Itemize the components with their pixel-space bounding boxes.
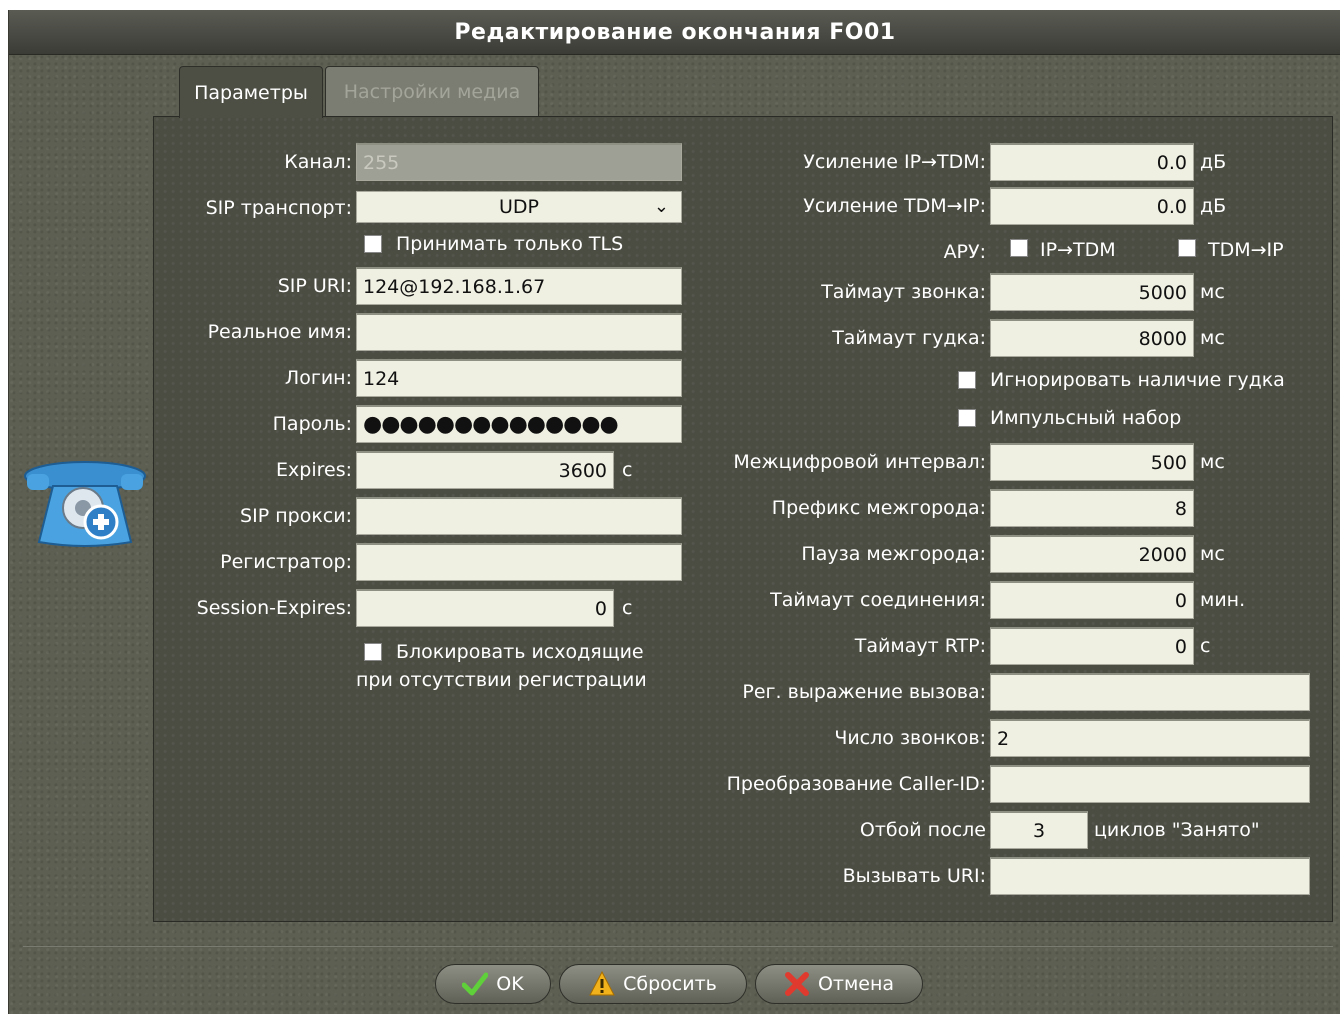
interdigit-field[interactable]: 500 <box>990 443 1194 481</box>
block-outgoing-checkbox[interactable] <box>364 643 382 661</box>
reset-button[interactable]: Сбросить <box>559 964 747 1004</box>
tab-media-settings[interactable]: Настройки медиа <box>325 66 539 116</box>
ignore-tone-checkbox[interactable] <box>958 371 976 389</box>
channel-field: 255 <box>356 143 682 181</box>
agc-tdm-ip-checkbox[interactable] <box>1178 239 1196 257</box>
ignore-tone-label: Игнорировать наличие гудка <box>990 369 1285 391</box>
sip-transport-value: UDP <box>499 196 539 218</box>
rtp-timeout-unit: с <box>1200 635 1211 657</box>
callerid-transform-label: Преобразование Caller-ID: <box>726 773 986 795</box>
hangup-after-unit: циклов "Занято" <box>1094 819 1260 841</box>
registrar-field[interactable] <box>356 543 682 581</box>
call-uri-label: Вызывать URI: <box>842 865 986 887</box>
ld-pause-field[interactable]: 2000 <box>990 535 1194 573</box>
hangup-after-label: Отбой после <box>859 819 986 841</box>
footer-divider <box>23 946 1333 947</box>
expires-label: Expires: <box>276 459 352 481</box>
interdigit-label: Межцифровой интервал: <box>733 451 986 473</box>
x-icon <box>784 972 809 996</box>
ld-pause-label: Пауза межгорода: <box>801 543 986 565</box>
sip-uri-label: SIP URI: <box>277 275 352 297</box>
call-uri-field[interactable] <box>990 857 1310 895</box>
gain-tdm-ip-unit: дБ <box>1200 195 1227 217</box>
interdigit-unit: мс <box>1200 451 1225 473</box>
agc-ip-tdm-checkbox[interactable] <box>1010 239 1028 257</box>
real-name-label: Реальное имя: <box>207 321 352 343</box>
edit-endpoint-dialog: Редактирование окончания FO01 Параметры … <box>8 10 1340 1014</box>
expires-unit: с <box>622 459 633 481</box>
registrar-label: Регистратор: <box>220 551 352 573</box>
cancel-label: Отмена <box>817 973 895 995</box>
conn-timeout-unit: мин. <box>1200 589 1246 611</box>
cancel-button[interactable]: Отмена <box>755 964 923 1004</box>
call-regex-label: Рег. выражение вызова: <box>742 681 986 703</box>
ring-timeout-field[interactable]: 5000 <box>990 273 1194 311</box>
agc-tdm-ip-label: TDM→IP <box>1208 239 1284 261</box>
gain-tdm-ip-field[interactable]: 0.0 <box>990 187 1194 225</box>
sip-transport-label: SIP транспорт: <box>205 197 352 219</box>
call-regex-field[interactable] <box>990 673 1310 711</box>
session-expires-label: Session-Expires: <box>196 597 352 619</box>
sip-uri-field[interactable]: 124@192.168.1.67 <box>356 267 682 305</box>
tab-parameters[interactable]: Параметры <box>179 66 323 118</box>
login-label: Логин: <box>284 367 352 389</box>
tone-timeout-unit: мс <box>1200 327 1225 349</box>
pulse-dial-checkbox[interactable] <box>958 409 976 427</box>
channel-label: Канал: <box>284 151 352 173</box>
rtp-timeout-field[interactable]: 0 <box>990 627 1194 665</box>
sip-proxy-label: SIP прокси: <box>240 505 352 527</box>
callerid-transform-field[interactable] <box>990 765 1310 803</box>
tone-timeout-label: Таймаут гудка: <box>832 327 986 349</box>
block-outgoing-label-line2: при отсутствии регистрации <box>356 669 647 691</box>
dialog-title: Редактирование окончания FO01 <box>9 10 1340 55</box>
parameters-panel: Канал: 255 SIP транспорт: UDP ⌄ Принимат… <box>153 116 1333 922</box>
ok-button[interactable]: OK <box>435 964 551 1004</box>
session-expires-unit: с <box>622 597 633 619</box>
sip-proxy-field[interactable] <box>356 497 682 535</box>
ld-prefix-label: Префикс межгорода: <box>771 497 986 519</box>
ring-count-field[interactable]: 2 <box>990 719 1310 757</box>
warning-icon <box>589 971 615 996</box>
expires-field[interactable]: 3600 <box>356 451 614 489</box>
agc-ip-tdm-label: IP→TDM <box>1040 239 1116 261</box>
chevron-down-icon: ⌄ <box>653 196 669 217</box>
reset-label: Сбросить <box>623 973 717 995</box>
ring-timeout-label: Таймаут звонка: <box>821 281 986 303</box>
pulse-dial-label: Импульсный набор <box>990 407 1182 429</box>
real-name-field[interactable] <box>356 313 682 351</box>
ring-count-label: Число звонков: <box>834 727 986 749</box>
password-field[interactable]: ●●●●●●●●●●●●●● <box>356 405 682 443</box>
hangup-after-field[interactable]: 3 <box>990 811 1088 849</box>
checkmark-icon <box>462 972 489 996</box>
ok-label: OK <box>496 973 524 995</box>
gain-tdm-ip-label: Усиление TDM→IP: <box>803 195 986 217</box>
sip-transport-select[interactable]: UDP ⌄ <box>356 191 682 223</box>
ring-timeout-unit: мс <box>1200 281 1225 303</box>
conn-timeout-label: Таймаут соединения: <box>770 589 986 611</box>
gain-ip-tdm-field[interactable]: 0.0 <box>990 143 1194 181</box>
phone-add-icon <box>24 461 146 547</box>
session-expires-field[interactable]: 0 <box>356 589 614 627</box>
password-label: Пароль: <box>272 413 352 435</box>
tone-timeout-field[interactable]: 8000 <box>990 319 1194 357</box>
conn-timeout-field[interactable]: 0 <box>990 581 1194 619</box>
ld-prefix-field[interactable]: 8 <box>990 489 1194 527</box>
rtp-timeout-label: Таймаут RTP: <box>854 635 986 657</box>
login-field[interactable]: 124 <box>356 359 682 397</box>
tls-only-label: Принимать только TLS <box>396 233 624 255</box>
block-outgoing-label-line1: Блокировать исходящие <box>396 641 644 663</box>
agc-label: АРУ: <box>943 241 986 263</box>
tls-only-checkbox[interactable] <box>364 235 382 253</box>
gain-ip-tdm-label: Усиление IP→TDM: <box>803 151 986 173</box>
gain-ip-tdm-unit: дБ <box>1200 151 1227 173</box>
ld-pause-unit: мс <box>1200 543 1225 565</box>
